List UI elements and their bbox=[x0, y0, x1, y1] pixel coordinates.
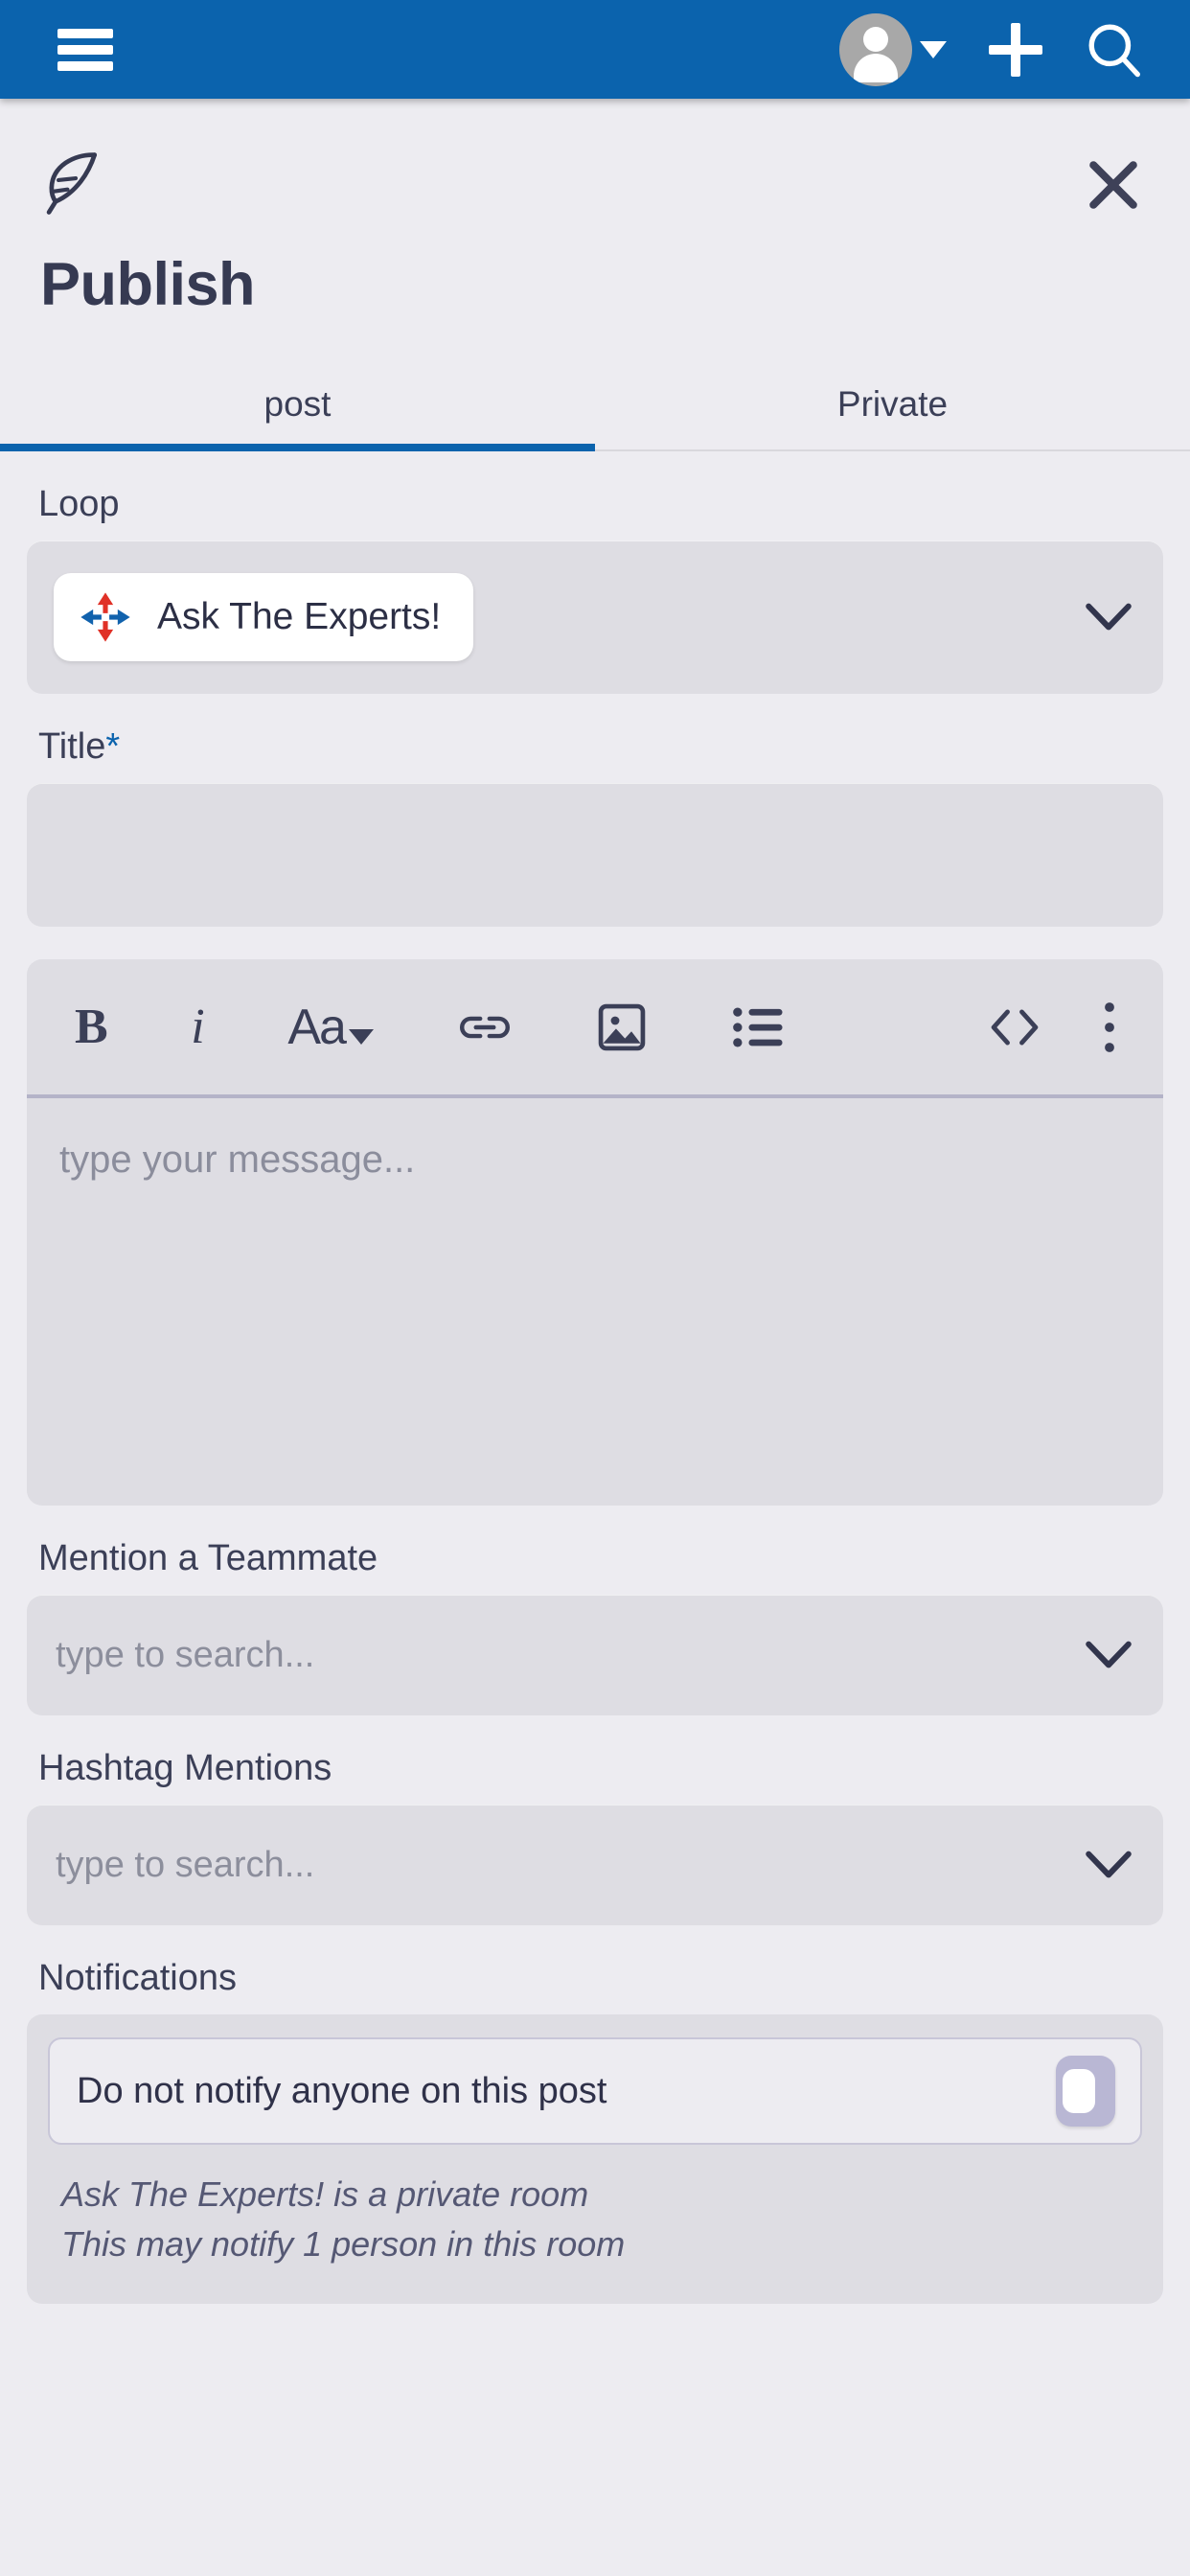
loop-selected-chip[interactable]: Ask The Experts! bbox=[54, 573, 474, 661]
notification-notes: Ask The Experts! is a private room This … bbox=[48, 2145, 1142, 2290]
publish-sheet-header: Publish bbox=[0, 99, 1190, 319]
sheet-header-row bbox=[40, 149, 1150, 218]
avatar[interactable] bbox=[839, 12, 912, 86]
mention-placeholder: type to search... bbox=[56, 1634, 315, 1675]
appbar-actions bbox=[839, 12, 1144, 86]
search-icon[interactable] bbox=[1085, 20, 1144, 80]
bullet-list-icon[interactable] bbox=[732, 1004, 786, 1050]
loop-select[interactable]: Ask The Experts! bbox=[27, 540, 1163, 694]
private-room-note: Ask The Experts! is a private room bbox=[61, 2174, 589, 2214]
required-marker: * bbox=[105, 726, 121, 767]
mention-select[interactable]: type to search... bbox=[27, 1595, 1163, 1715]
plus-icon[interactable] bbox=[989, 22, 1042, 77]
hashtag-select[interactable]: type to search... bbox=[27, 1805, 1163, 1925]
chevron-down-icon[interactable] bbox=[1083, 1639, 1134, 1671]
title-label-text: Title bbox=[38, 726, 106, 767]
do-not-notify-label: Do not notify anyone on this post bbox=[77, 2070, 607, 2111]
tab-private[interactable]: Private bbox=[595, 363, 1190, 449]
avatar-head bbox=[863, 26, 888, 52]
hamburger-bar bbox=[57, 28, 113, 38]
close-icon[interactable] bbox=[1083, 154, 1144, 216]
message-textarea[interactable] bbox=[27, 1098, 1163, 1501]
notifications-card: Do not notify anyone on this post Ask Th… bbox=[27, 2014, 1163, 2305]
code-icon[interactable] bbox=[985, 1004, 1044, 1050]
tab-post[interactable]: post bbox=[0, 363, 595, 451]
notify-count-note: This may notify 1 person in this room bbox=[61, 2224, 626, 2265]
page-title: Publish bbox=[40, 251, 256, 318]
top-app-bar bbox=[0, 0, 1190, 99]
title-label: Title* bbox=[27, 726, 1163, 768]
caret-down-icon[interactable] bbox=[920, 40, 947, 58]
italic-button[interactable]: i bbox=[191, 999, 204, 1055]
bold-button[interactable]: B bbox=[75, 999, 108, 1055]
avatar-body bbox=[854, 53, 898, 82]
feather-icon bbox=[46, 152, 98, 215]
publish-form: Loop Ask The Experts! Title* B i Aa type… bbox=[0, 484, 1190, 2305]
chevron-down-icon bbox=[348, 1028, 374, 1045]
mention-label: Mention a Teammate bbox=[38, 1538, 378, 1578]
loop-label: Loop bbox=[38, 484, 120, 524]
hashtag-placeholder: type to search... bbox=[56, 1844, 315, 1885]
loop-selected-label: Ask The Experts! bbox=[157, 596, 442, 637]
publish-tabs: post Private bbox=[0, 363, 1190, 451]
hashtag-label: Hashtag Mentions bbox=[38, 1748, 332, 1788]
hamburger-bar bbox=[57, 44, 113, 55]
image-icon[interactable] bbox=[595, 1000, 649, 1054]
title-input[interactable] bbox=[27, 783, 1163, 927]
editor-toolbar: B i Aa bbox=[27, 959, 1163, 1098]
kebab-menu-icon[interactable] bbox=[1098, 1000, 1121, 1054]
ask-the-experts-logo-icon bbox=[80, 592, 130, 642]
hamburger-bar bbox=[57, 60, 113, 71]
toggle-knob bbox=[1063, 2069, 1095, 2113]
font-size-label: Aa bbox=[287, 999, 347, 1055]
hamburger-menu-icon[interactable] bbox=[57, 28, 113, 71]
notifications-label: Notifications bbox=[38, 1958, 237, 1998]
do-not-notify-row[interactable]: Do not notify anyone on this post bbox=[48, 2037, 1142, 2145]
account-menu-button[interactable] bbox=[839, 12, 947, 86]
link-icon[interactable] bbox=[457, 1005, 513, 1049]
message-editor: B i Aa bbox=[27, 959, 1163, 1506]
font-size-button[interactable]: Aa bbox=[287, 999, 374, 1056]
chevron-down-icon[interactable] bbox=[1083, 601, 1134, 633]
app-screen: Publish post Private Loop Ask The Expert… bbox=[0, 0, 1190, 2576]
chevron-down-icon[interactable] bbox=[1083, 1849, 1134, 1881]
do-not-notify-toggle[interactable] bbox=[1056, 2056, 1115, 2127]
